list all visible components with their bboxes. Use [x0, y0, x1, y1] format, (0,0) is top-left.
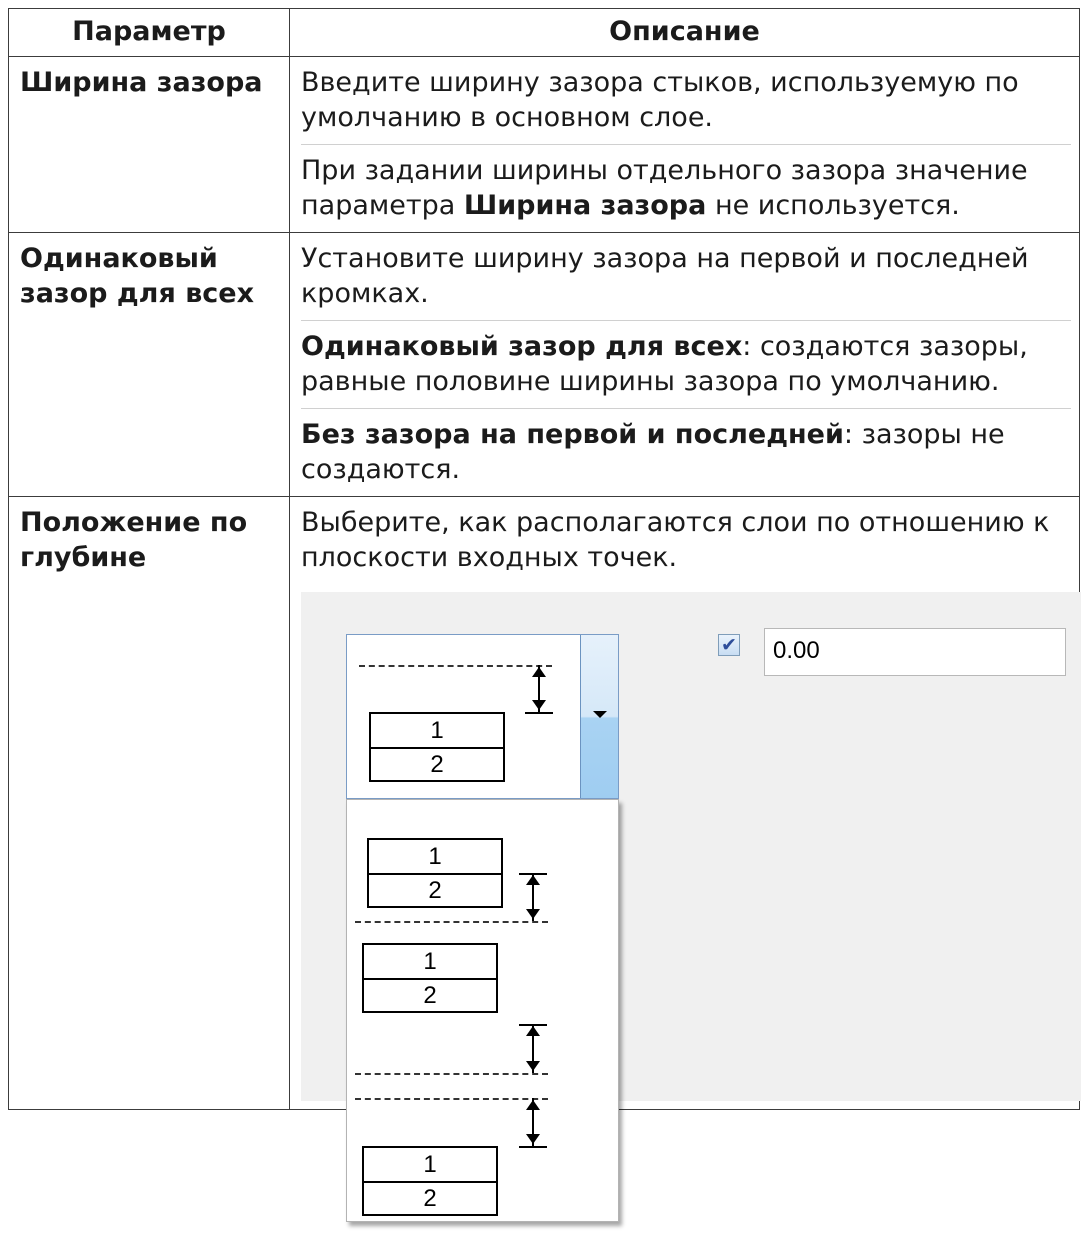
param-name: Ширина зазора — [8, 56, 290, 233]
param-description: Введите ширину зазора стыков, используем… — [289, 56, 1080, 233]
header-param: Параметр — [8, 8, 290, 57]
layer-label: 1 — [369, 840, 501, 875]
description-paragraph: Выберите, как располагаются слои по отно… — [301, 507, 1050, 573]
layer-label: 1 — [364, 1148, 496, 1183]
offset-dimension-icon — [519, 873, 547, 921]
param-description: Установите ширину зазора на первой и пос… — [289, 232, 1080, 497]
layer-label: 1 — [371, 714, 503, 749]
layer-label: 2 — [430, 751, 444, 778]
description-paragraph: Одинаковый зазор для всех: создаются заз… — [301, 320, 1071, 408]
dropdown-option-above[interactable]: 1 2 — [347, 1076, 618, 1221]
bold-term: Ширина зазора — [463, 190, 707, 221]
offset-dimension-icon — [525, 665, 553, 714]
entry-plane-line — [359, 665, 552, 667]
dropdown-option-middle[interactable]: 1 2 — [347, 936, 618, 1076]
layers-icon: 1 2 — [367, 838, 503, 908]
bold-term: Без зазора на первой и последней — [301, 419, 844, 450]
table-header-row: Параметр Описание — [8, 8, 1080, 57]
description-paragraph: Введите ширину зазора стыков, используем… — [301, 67, 1019, 133]
depth-position-combo[interactable]: 1 2 — [346, 634, 619, 799]
entry-plane-line — [355, 1073, 548, 1075]
param-description: Выберите, как располагаются слои по отно… — [289, 496, 1081, 1222]
bold-term: Одинаковый зазор для всех — [301, 331, 743, 362]
layers-icon: 1 2 — [362, 943, 498, 1013]
param-name: Положение по глубине — [8, 496, 290, 1110]
offset-value-field[interactable]: 0.00 — [764, 628, 1066, 676]
layer-label: 2 — [423, 982, 437, 1009]
description-paragraph: Без зазора на первой и последней: зазоры… — [301, 408, 1071, 496]
dropdown-option-below[interactable]: 1 2 — [347, 800, 618, 936]
chevron-down-icon — [593, 711, 607, 718]
description-paragraph: Установите ширину зазора на первой и пос… — [301, 243, 1029, 309]
entry-plane-line — [355, 921, 548, 923]
param-name: Одинаковый зазор для всех — [8, 232, 290, 497]
header-desc: Описание — [289, 8, 1080, 57]
depth-position-figure: 1 2 1 2 1 2 1 2 ✔ 0.00 — [301, 592, 1081, 1222]
combo-dropdown-button[interactable] — [580, 635, 618, 798]
description-paragraph: При задании ширины отдельного зазора зна… — [301, 144, 1071, 232]
table-row: Одинаковый зазор для всех Установите шир… — [8, 232, 1080, 497]
layer-label: 2 — [423, 1185, 437, 1212]
layer-label: 1 — [364, 945, 496, 980]
offset-dimension-icon — [519, 1098, 547, 1148]
table-row: Положение по глубине Выберите, как распо… — [8, 496, 1081, 1222]
layer-label: 2 — [428, 877, 442, 904]
layers-icon: 1 2 — [362, 1146, 498, 1216]
depth-position-dropdown-list: 1 2 1 2 1 2 — [346, 799, 619, 1222]
text-span: не используется. — [706, 190, 960, 221]
table-row: Ширина зазора Введите ширину зазора стык… — [8, 56, 1080, 233]
parameters-table: Параметр Описание Ширина зазора Введите … — [8, 8, 1081, 1222]
layers-icon: 1 2 — [369, 712, 505, 782]
offset-dimension-icon — [519, 1024, 547, 1073]
checkbox-icon[interactable]: ✔ — [718, 634, 740, 656]
